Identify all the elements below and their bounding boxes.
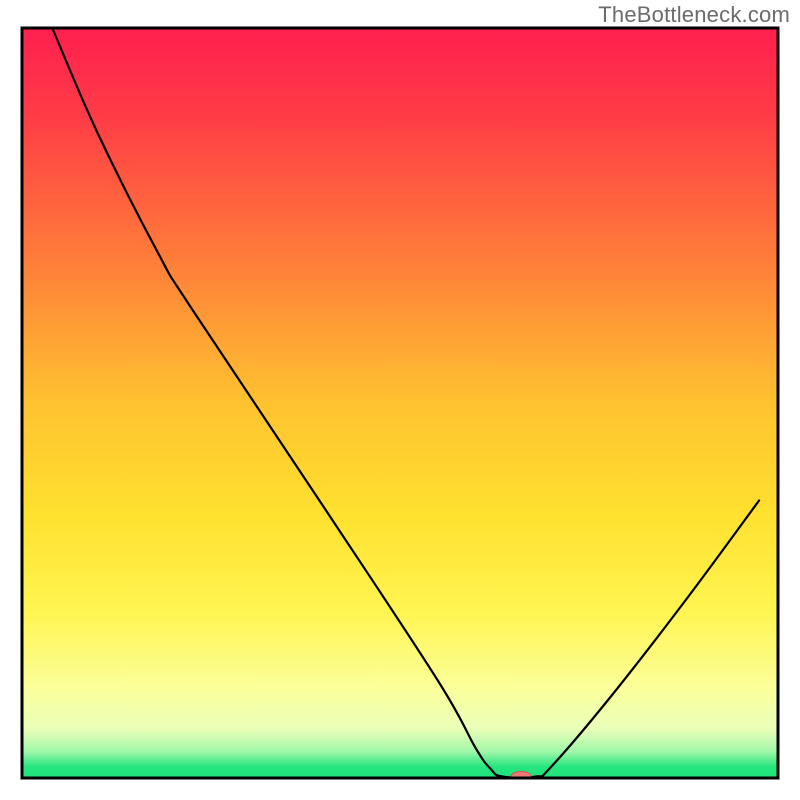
watermark-text: TheBottleneck.com: [598, 2, 790, 28]
chart-container: TheBottleneck.com: [0, 0, 800, 800]
chart-svg: [0, 0, 800, 800]
gradient-background: [22, 28, 778, 778]
plot-area: [22, 28, 778, 782]
